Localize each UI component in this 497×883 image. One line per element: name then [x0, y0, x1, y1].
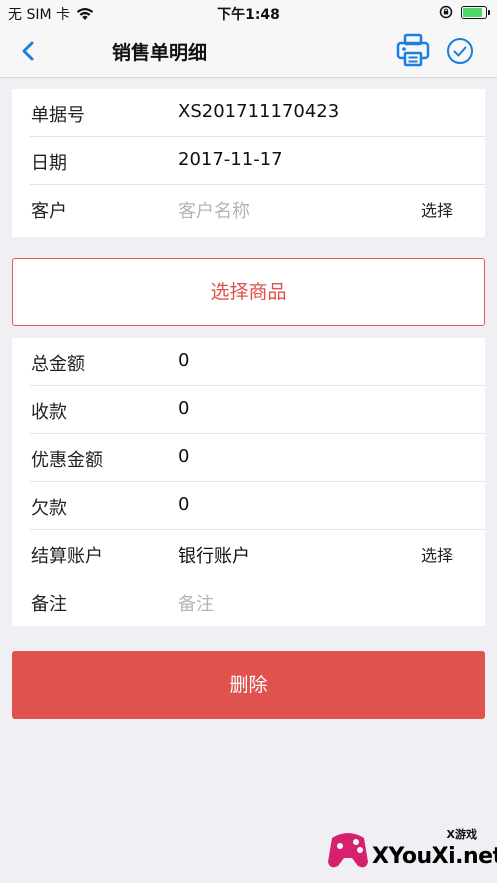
- received-value[interactable]: 0: [178, 398, 189, 419]
- back-chevron-icon[interactable]: [14, 36, 42, 66]
- watermark-logo: X游戏 XYouXi.net: [326, 822, 497, 878]
- total-amount-value: 0: [178, 350, 190, 371]
- delete-button[interactable]: 删除: [12, 651, 485, 719]
- date-row[interactable]: 日期 2017-11-17: [12, 137, 485, 185]
- gamepad-logo-icon: [328, 833, 368, 868]
- check-circle-icon[interactable]: [446, 37, 474, 65]
- header-info-card: 单据号 XS201711170423 日期 2017-11-17 客户 客户名称…: [12, 89, 485, 237]
- settlement-account-value: 银行账户: [178, 546, 250, 567]
- discount-label: 优惠金额: [31, 450, 103, 471]
- status-bar: 无 SIM 卡 下午1:48: [0, 0, 497, 26]
- watermark-text: XYouXi.net: [372, 844, 497, 869]
- orientation-lock-icon: [439, 5, 453, 19]
- total-amount-label: 总金额: [31, 354, 85, 375]
- settlement-account-label: 结算账户: [31, 546, 103, 567]
- remark-field[interactable]: 备注: [178, 590, 214, 616]
- battery-fill: [463, 7, 482, 17]
- remark-label: 备注: [31, 594, 67, 615]
- debt-value: 0: [178, 494, 190, 515]
- received-label: 收款: [31, 402, 67, 423]
- debt-row: 欠款 0: [12, 482, 485, 530]
- page-title: 销售单明细: [112, 42, 208, 64]
- customer-name-field[interactable]: 客户名称: [178, 197, 250, 223]
- nav-bar: 销售单明细: [0, 26, 497, 78]
- discount-value[interactable]: 0: [178, 446, 189, 467]
- order-number-row: 单据号 XS201711170423: [12, 89, 485, 137]
- select-goods-button[interactable]: 选择商品: [12, 258, 485, 326]
- printer-icon[interactable]: [396, 32, 430, 68]
- date-value[interactable]: 2017-11-17: [178, 149, 283, 170]
- status-right: [439, 5, 490, 19]
- amount-card: 总金额 0 收款 0 优惠金额 0 欠款 0 结算账户 银行账户 选择 备注 备…: [12, 338, 485, 626]
- settlement-account-row: 结算账户 银行账户 选择: [12, 530, 485, 578]
- order-number-value: XS201711170423: [178, 101, 340, 122]
- select-account-button[interactable]: 选择: [421, 542, 453, 566]
- customer-label: 客户: [31, 201, 67, 222]
- debt-label: 欠款: [31, 498, 67, 519]
- total-amount-row: 总金额 0: [12, 338, 485, 386]
- received-row: 收款 0: [12, 386, 485, 434]
- status-time: 下午1:48: [217, 7, 280, 23]
- date-label: 日期: [31, 153, 67, 174]
- discount-row: 优惠金额 0: [12, 434, 485, 482]
- select-customer-button[interactable]: 选择: [421, 197, 453, 221]
- remark-row: 备注 备注: [12, 578, 485, 626]
- battery-icon: [461, 5, 490, 19]
- customer-row: 客户 客户名称 选择: [12, 185, 485, 237]
- order-number-label: 单据号: [31, 105, 85, 126]
- watermark-tag: X游戏: [446, 828, 477, 841]
